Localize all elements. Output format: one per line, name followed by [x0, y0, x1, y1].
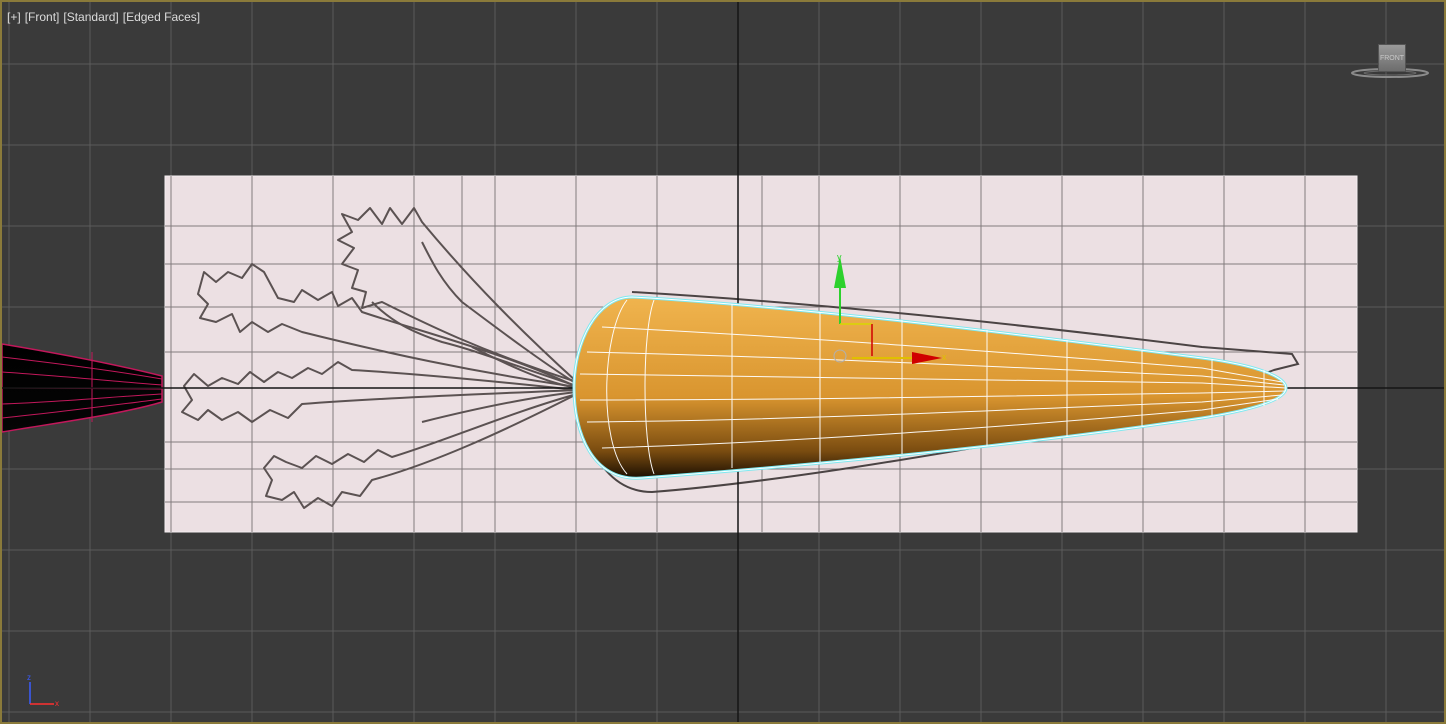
- front-viewport[interactable]: y x z x [+] [Front] [Standard] [Edged Fa…: [0, 0, 1446, 724]
- tripod-z-label: z: [27, 673, 31, 682]
- viewcube-icon[interactable]: FRONT: [1350, 42, 1430, 86]
- gizmo-x-label: x: [942, 352, 947, 362]
- viewport-view-menu[interactable]: [Front]: [25, 10, 60, 24]
- viewport-label-menu: [+] [Front] [Standard] [Edged Faces]: [7, 10, 200, 24]
- tripod-x-label: x: [55, 699, 59, 708]
- viewport-canvas[interactable]: y x z x: [2, 2, 1446, 724]
- viewcube-front-face[interactable]: FRONT: [1378, 44, 1406, 72]
- viewport-plus-menu[interactable]: [+]: [7, 10, 21, 24]
- viewport-mode-menu[interactable]: [Edged Faces]: [123, 10, 200, 24]
- viewport-shading-menu[interactable]: [Standard]: [63, 10, 118, 24]
- axis-tripod-icon: z x: [27, 673, 59, 708]
- gizmo-y-label: y: [837, 252, 842, 262]
